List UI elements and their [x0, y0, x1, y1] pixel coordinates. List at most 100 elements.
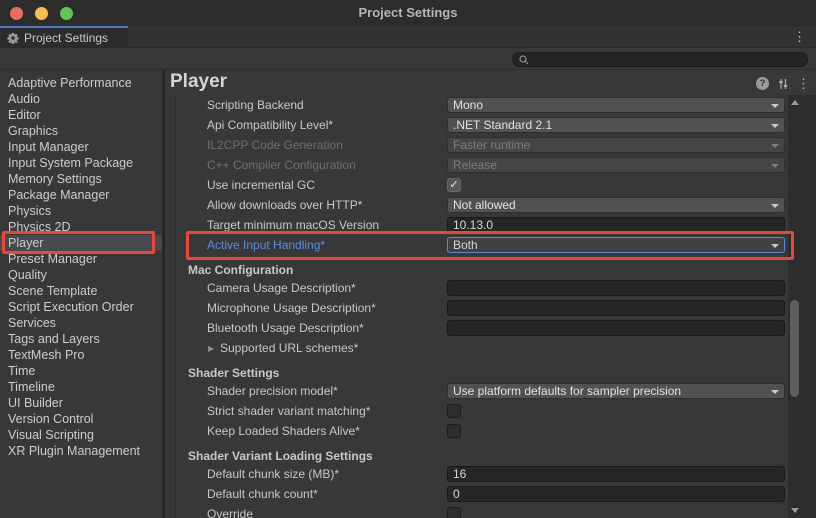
section-mac-configuration: Mac Configuration [165, 262, 801, 280]
preset-icon[interactable] [777, 78, 789, 90]
row-microphone-usage-description: Microphone Usage Description* [165, 300, 801, 318]
row-strict-shader-variant-matching: Strict shader variant matching* [165, 403, 801, 421]
field-label-camera-usage-description: Camera Usage Description* [207, 280, 356, 296]
window-title: Project Settings [0, 0, 816, 26]
sidebar-item-preset-manager[interactable]: Preset Manager [0, 251, 162, 267]
tab-label: Project Settings [24, 31, 108, 45]
row-c-compiler-configuration: C++ Compiler Configuration Release [165, 157, 801, 175]
row-allow-downloads-over-http: Allow downloads over HTTP*Not allowed [165, 197, 801, 215]
sidebar-item-time[interactable]: Time [0, 363, 162, 379]
sidebar-item-physics-2d[interactable]: Physics 2D [0, 219, 162, 235]
sidebar-item-quality[interactable]: Quality [0, 267, 162, 283]
sidebar-item-xr-plugin-management[interactable]: XR Plugin Management [0, 443, 162, 459]
target-minimum-macos-version-textfield[interactable]: 10.13.0 [447, 217, 785, 233]
use-incremental-gc-checkbox[interactable]: ✓ [447, 178, 461, 192]
field-label-target-minimum-macos-version: Target minimum macOS Version [207, 217, 379, 233]
chevron-down-icon [771, 144, 779, 148]
camera-usage-description-textfield[interactable] [447, 280, 785, 296]
field-label-shader-precision-model: Shader precision model* [207, 383, 338, 399]
sidebar-item-input-manager[interactable]: Input Manager [0, 139, 162, 155]
search-box[interactable] [512, 52, 808, 67]
field-label-c-compiler-configuration: C++ Compiler Configuration [207, 157, 356, 173]
field-label-api-compatibility-level: Api Compatibility Level* [207, 117, 333, 133]
default-chunk-count-textfield[interactable]: 0 [447, 486, 785, 502]
project-settings-window: Project Settings Project Settings ⋮ [0, 0, 816, 518]
sidebar-item-editor[interactable]: Editor [0, 107, 162, 123]
sidebar-item-tags-and-layers[interactable]: Tags and Layers [0, 331, 162, 347]
section-shader-variant-loading-settings: Shader Variant Loading Settings [165, 448, 801, 466]
keep-loaded-shaders-alive-checkbox[interactable] [447, 424, 461, 438]
allow-downloads-over-http-dropdown[interactable]: Not allowed [447, 197, 785, 213]
section-label-shader-settings: Shader Settings [188, 365, 279, 381]
api-compatibility-level-dropdown[interactable]: .NET Standard 2.1 [447, 117, 785, 133]
search-input[interactable] [533, 54, 801, 66]
chevron-down-icon [771, 104, 779, 108]
microphone-usage-description-textfield[interactable] [447, 300, 785, 316]
header-kebab-menu-icon[interactable]: ⋮ [797, 77, 810, 90]
toolbar [0, 48, 816, 70]
sidebar-item-scene-template[interactable]: Scene Template [0, 283, 162, 299]
sidebar-item-audio[interactable]: Audio [0, 91, 162, 107]
scrollbar-down-icon[interactable] [791, 508, 799, 513]
il2cpp-code-generation-dropdown[interactable]: Faster runtime [447, 137, 785, 153]
tab-bar: Project Settings ⋮ [0, 26, 816, 48]
field-label-default-chunk-count: Default chunk count* [207, 486, 318, 502]
row-active-input-handling: Active Input Handling* Both [165, 237, 801, 255]
tab-project-settings[interactable]: Project Settings [0, 26, 128, 48]
sidebar-item-physics[interactable]: Physics [0, 203, 162, 219]
field-label-bluetooth-usage-description: Bluetooth Usage Description* [207, 320, 364, 336]
tabbar-kebab-menu-icon[interactable]: ⋮ [793, 30, 806, 43]
right-gutter [801, 95, 816, 518]
sidebar-item-player[interactable]: Player [0, 235, 162, 251]
default-chunk-size-mb-textfield[interactable]: 16 [447, 466, 785, 482]
row-override: Override [165, 506, 801, 518]
field-label-keep-loaded-shaders-alive: Keep Loaded Shaders Alive* [207, 423, 360, 439]
sidebar-item-input-system-package[interactable]: Input System Package [0, 155, 162, 171]
row-scripting-backend: Scripting Backend Mono [165, 97, 801, 115]
field-label-active-input-handling: Active Input Handling* [207, 237, 325, 253]
sidebar-item-services[interactable]: Services [0, 315, 162, 331]
field-label-override: Override [207, 506, 253, 518]
foldout-supported-url-schemes: ▶ Supported URL schemes* [165, 340, 801, 358]
foldout-arrow-icon[interactable]: ▶ [208, 344, 214, 353]
shader-precision-model-dropdown[interactable]: Use platform defaults for sampler precis… [447, 383, 785, 399]
sidebar-item-script-execution-order[interactable]: Script Execution Order [0, 299, 162, 315]
field-label-il2cpp-code-generation: IL2CPP Code Generation [207, 137, 343, 153]
section-label-mac-configuration: Mac Configuration [188, 262, 293, 278]
strict-shader-variant-matching-checkbox[interactable] [447, 404, 461, 418]
active-input-handling-dropdown[interactable]: Both [447, 237, 785, 253]
c-compiler-configuration-dropdown[interactable]: Release [447, 157, 785, 173]
row-il2cpp-code-generation: IL2CPP Code Generation Faster runtime [165, 137, 801, 155]
vertical-scrollbar[interactable] [788, 95, 801, 518]
scrollbar-thumb[interactable] [790, 300, 799, 397]
sidebar-item-ui-builder[interactable]: UI Builder [0, 395, 162, 411]
chevron-down-icon [771, 164, 779, 168]
sidebar-item-textmesh-pro[interactable]: TextMesh Pro [0, 347, 162, 363]
field-label-microphone-usage-description: Microphone Usage Description* [207, 300, 376, 316]
row-use-incremental-gc: Use incremental GC ✓ [165, 177, 801, 195]
sidebar-item-memory-settings[interactable]: Memory Settings [0, 171, 162, 187]
section-label-shader-variant-loading-settings: Shader Variant Loading Settings [188, 448, 373, 464]
settings-category-sidebar: Adaptive PerformanceAudioEditorGraphicsI… [0, 70, 162, 518]
sidebar-item-timeline[interactable]: Timeline [0, 379, 162, 395]
row-camera-usage-description: Camera Usage Description* [165, 280, 801, 298]
sidebar-item-version-control[interactable]: Version Control [0, 411, 162, 427]
sidebar-item-graphics[interactable]: Graphics [0, 123, 162, 139]
sidebar-item-adaptive-performance[interactable]: Adaptive Performance [0, 75, 162, 91]
scrollbar-up-icon[interactable] [791, 100, 799, 105]
row-default-chunk-size-mb: Default chunk size (MB)*16 [165, 466, 801, 484]
sidebar-item-visual-scripting[interactable]: Visual Scripting [0, 427, 162, 443]
help-icon[interactable]: ? [756, 77, 769, 90]
field-label-supported-url-schemes[interactable]: Supported URL schemes* [220, 340, 358, 356]
section-shader-settings: Shader Settings [165, 365, 801, 383]
scripting-backend-dropdown[interactable]: Mono [447, 97, 785, 113]
bluetooth-usage-description-textfield[interactable] [447, 320, 785, 336]
chevron-down-icon [771, 390, 779, 394]
chevron-down-icon [771, 124, 779, 128]
field-label-use-incremental-gc: Use incremental GC [207, 177, 315, 193]
sidebar-item-package-manager[interactable]: Package Manager [0, 187, 162, 203]
row-default-chunk-count: Default chunk count* 0 [165, 486, 801, 504]
chevron-down-icon [771, 244, 779, 248]
field-label-scripting-backend: Scripting Backend [207, 97, 304, 113]
override-checkbox[interactable] [447, 507, 461, 518]
